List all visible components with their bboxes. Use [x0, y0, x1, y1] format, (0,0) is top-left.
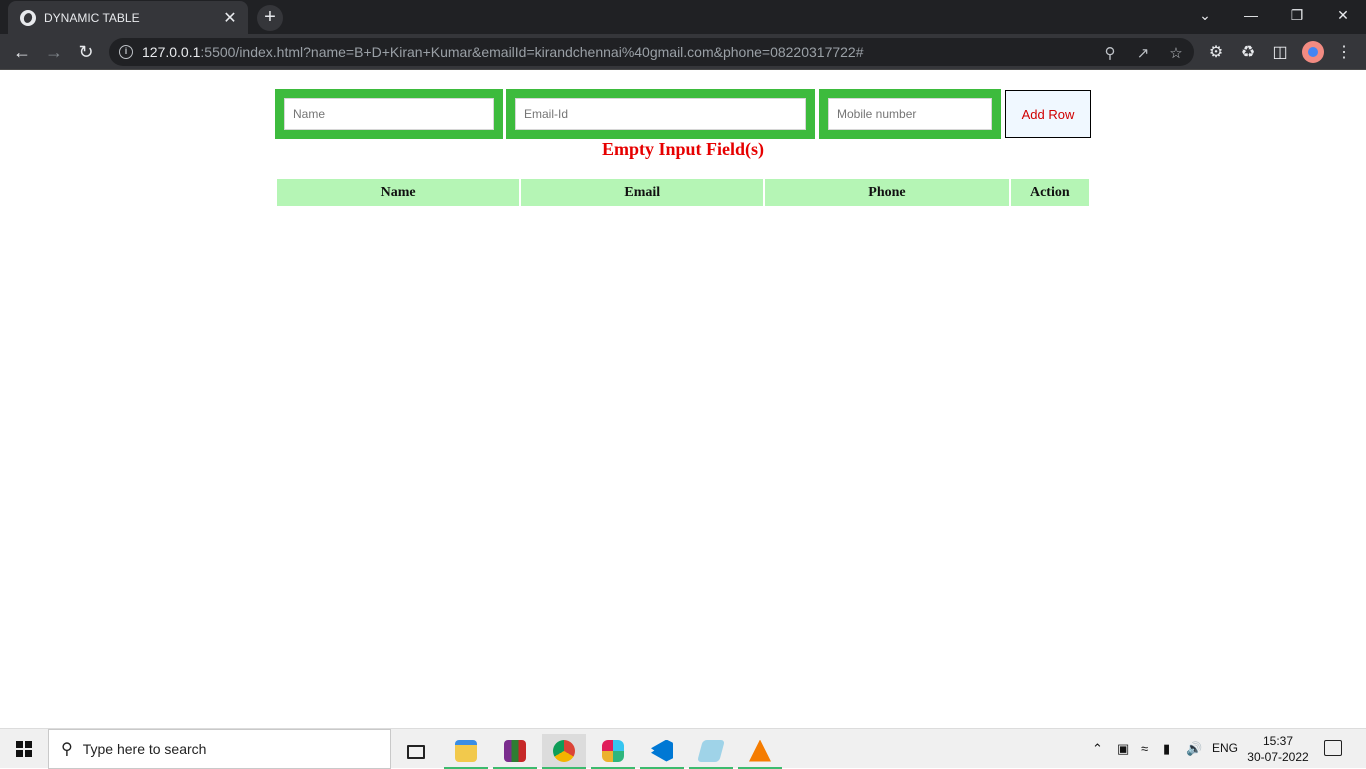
task-view-icon[interactable] — [394, 734, 438, 769]
url-text[interactable]: 127.0.0.1:5500/index.html?name=B+D+Kiran… — [142, 44, 864, 60]
tab-search-icon[interactable]: ⌄ — [1182, 0, 1228, 30]
address-bar[interactable]: i 127.0.0.1:5500/index.html?name=B+D+Kir… — [109, 38, 1194, 66]
back-button[interactable]: ← — [8, 38, 36, 66]
battery-icon[interactable]: ▮ — [1163, 741, 1170, 757]
browser-tab[interactable]: DYNAMIC TABLE ✕ — [8, 1, 248, 34]
header-action: Action — [1010, 179, 1089, 206]
windows-start-icon[interactable] — [16, 741, 32, 757]
tab-title: DYNAMIC TABLE — [44, 10, 140, 25]
share-icon[interactable]: ↗ — [1134, 44, 1152, 62]
clock-time: 15:37 — [1262, 734, 1294, 748]
forward-button[interactable]: → — [40, 38, 68, 66]
email-input[interactable] — [515, 98, 806, 130]
slack-icon[interactable] — [591, 734, 635, 769]
phone-field-wrapper — [819, 89, 1001, 139]
minimize-button[interactable]: — — [1228, 0, 1274, 30]
site-info-icon[interactable]: i — [119, 45, 133, 59]
header-email: Email — [521, 179, 764, 206]
language-indicator[interactable]: ENG — [1212, 741, 1238, 755]
url-path: :5500/index.html?name=B+D+Kiran+Kumar&em… — [200, 44, 864, 60]
error-message: Empty Input Field(s) — [601, 139, 765, 159]
page-content: Add Row Empty Input Field(s) Name Email … — [0, 71, 1366, 728]
notification-icon[interactable] — [1324, 740, 1342, 756]
globe-icon — [20, 9, 36, 26]
taskbar-search-placeholder: Type here to search — [82, 741, 207, 757]
browser-toolbar: ← → ↻ i 127.0.0.1:5500/index.html?name=B… — [0, 34, 1366, 70]
header-phone: Phone — [765, 179, 1009, 206]
tab-close-icon[interactable]: ✕ — [222, 8, 238, 28]
more-menu-icon[interactable]: ⋮ — [1334, 42, 1354, 62]
add-row-button[interactable]: Add Row — [1005, 90, 1091, 138]
extensions-puzzle-icon[interactable]: ♻ — [1238, 42, 1258, 62]
side-panel-icon[interactable]: ◫ — [1270, 42, 1290, 62]
name-field-wrapper — [275, 89, 503, 139]
notepad-icon[interactable] — [689, 734, 733, 769]
system-clock[interactable]: 15:37 30-07-2022 — [1246, 733, 1310, 765]
browser-tab-strip: DYNAMIC TABLE ✕ + ⌄ — ❐ ✕ — [0, 0, 1366, 34]
zoom-icon[interactable]: ⚲ — [1101, 44, 1119, 62]
vlc-icon[interactable] — [738, 734, 782, 769]
meet-now-icon[interactable]: ▣ — [1117, 741, 1129, 757]
winrar-icon[interactable] — [493, 734, 537, 769]
header-name: Name — [277, 179, 520, 206]
wifi-icon[interactable]: ≈ — [1141, 741, 1148, 756]
file-explorer-icon[interactable] — [444, 734, 488, 769]
new-tab-button[interactable]: + — [257, 5, 283, 31]
phone-input[interactable] — [828, 98, 992, 130]
bookmark-star-icon[interactable]: ☆ — [1167, 44, 1185, 62]
vscode-icon[interactable] — [640, 734, 684, 769]
profile-avatar[interactable] — [1302, 41, 1324, 63]
table-header-row: Name Email Phone Action — [277, 179, 1089, 206]
volume-icon[interactable]: 🔊 — [1186, 741, 1202, 757]
window-close-button[interactable]: ✕ — [1320, 0, 1366, 30]
email-field-wrapper — [506, 89, 815, 139]
restore-button[interactable]: ❐ — [1274, 0, 1320, 30]
search-icon: ⚲ — [61, 741, 73, 758]
extension-gear-icon[interactable]: ⚙ — [1206, 42, 1226, 62]
data-table: Name Email Phone Action — [275, 177, 1091, 208]
taskbar: ⚲ Type here to search ⌃ ▣ ≈ ▮ 🔊 ENG 15:3… — [0, 728, 1366, 769]
clock-date: 30-07-2022 — [1247, 750, 1309, 764]
url-host: 127.0.0.1 — [142, 44, 201, 60]
taskbar-search-box[interactable]: ⚲ Type here to search — [48, 729, 391, 769]
show-hidden-icons-icon[interactable]: ⌃ — [1092, 741, 1103, 757]
reload-button[interactable]: ↻ — [72, 38, 100, 66]
name-input[interactable] — [284, 98, 494, 130]
chrome-icon[interactable] — [542, 734, 586, 769]
